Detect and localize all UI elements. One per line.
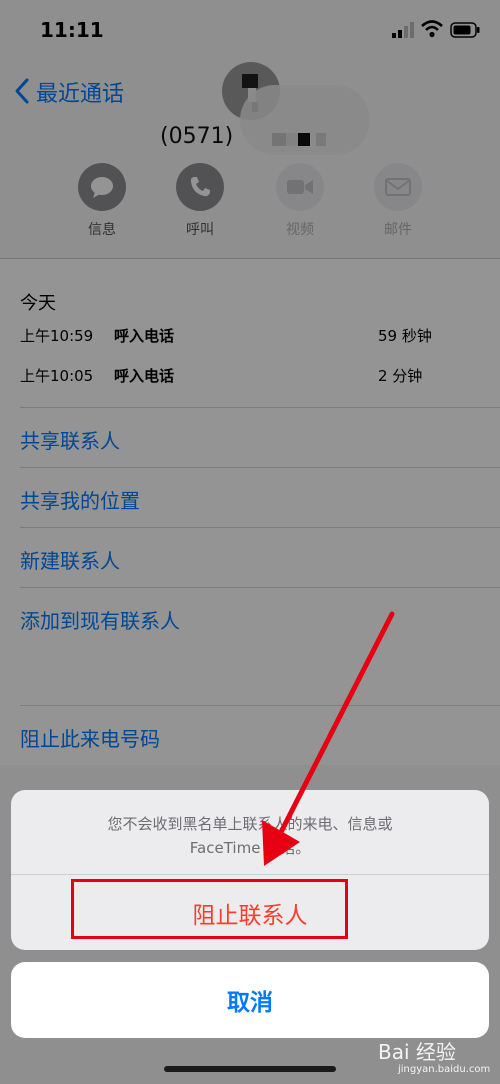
watermark-url: jingyan.baidu.com (398, 1064, 491, 1075)
home-indicator[interactable] (164, 1066, 336, 1072)
watermark-logo: Bai 经验 (378, 1040, 456, 1064)
red-arrow-annotation (262, 611, 395, 866)
